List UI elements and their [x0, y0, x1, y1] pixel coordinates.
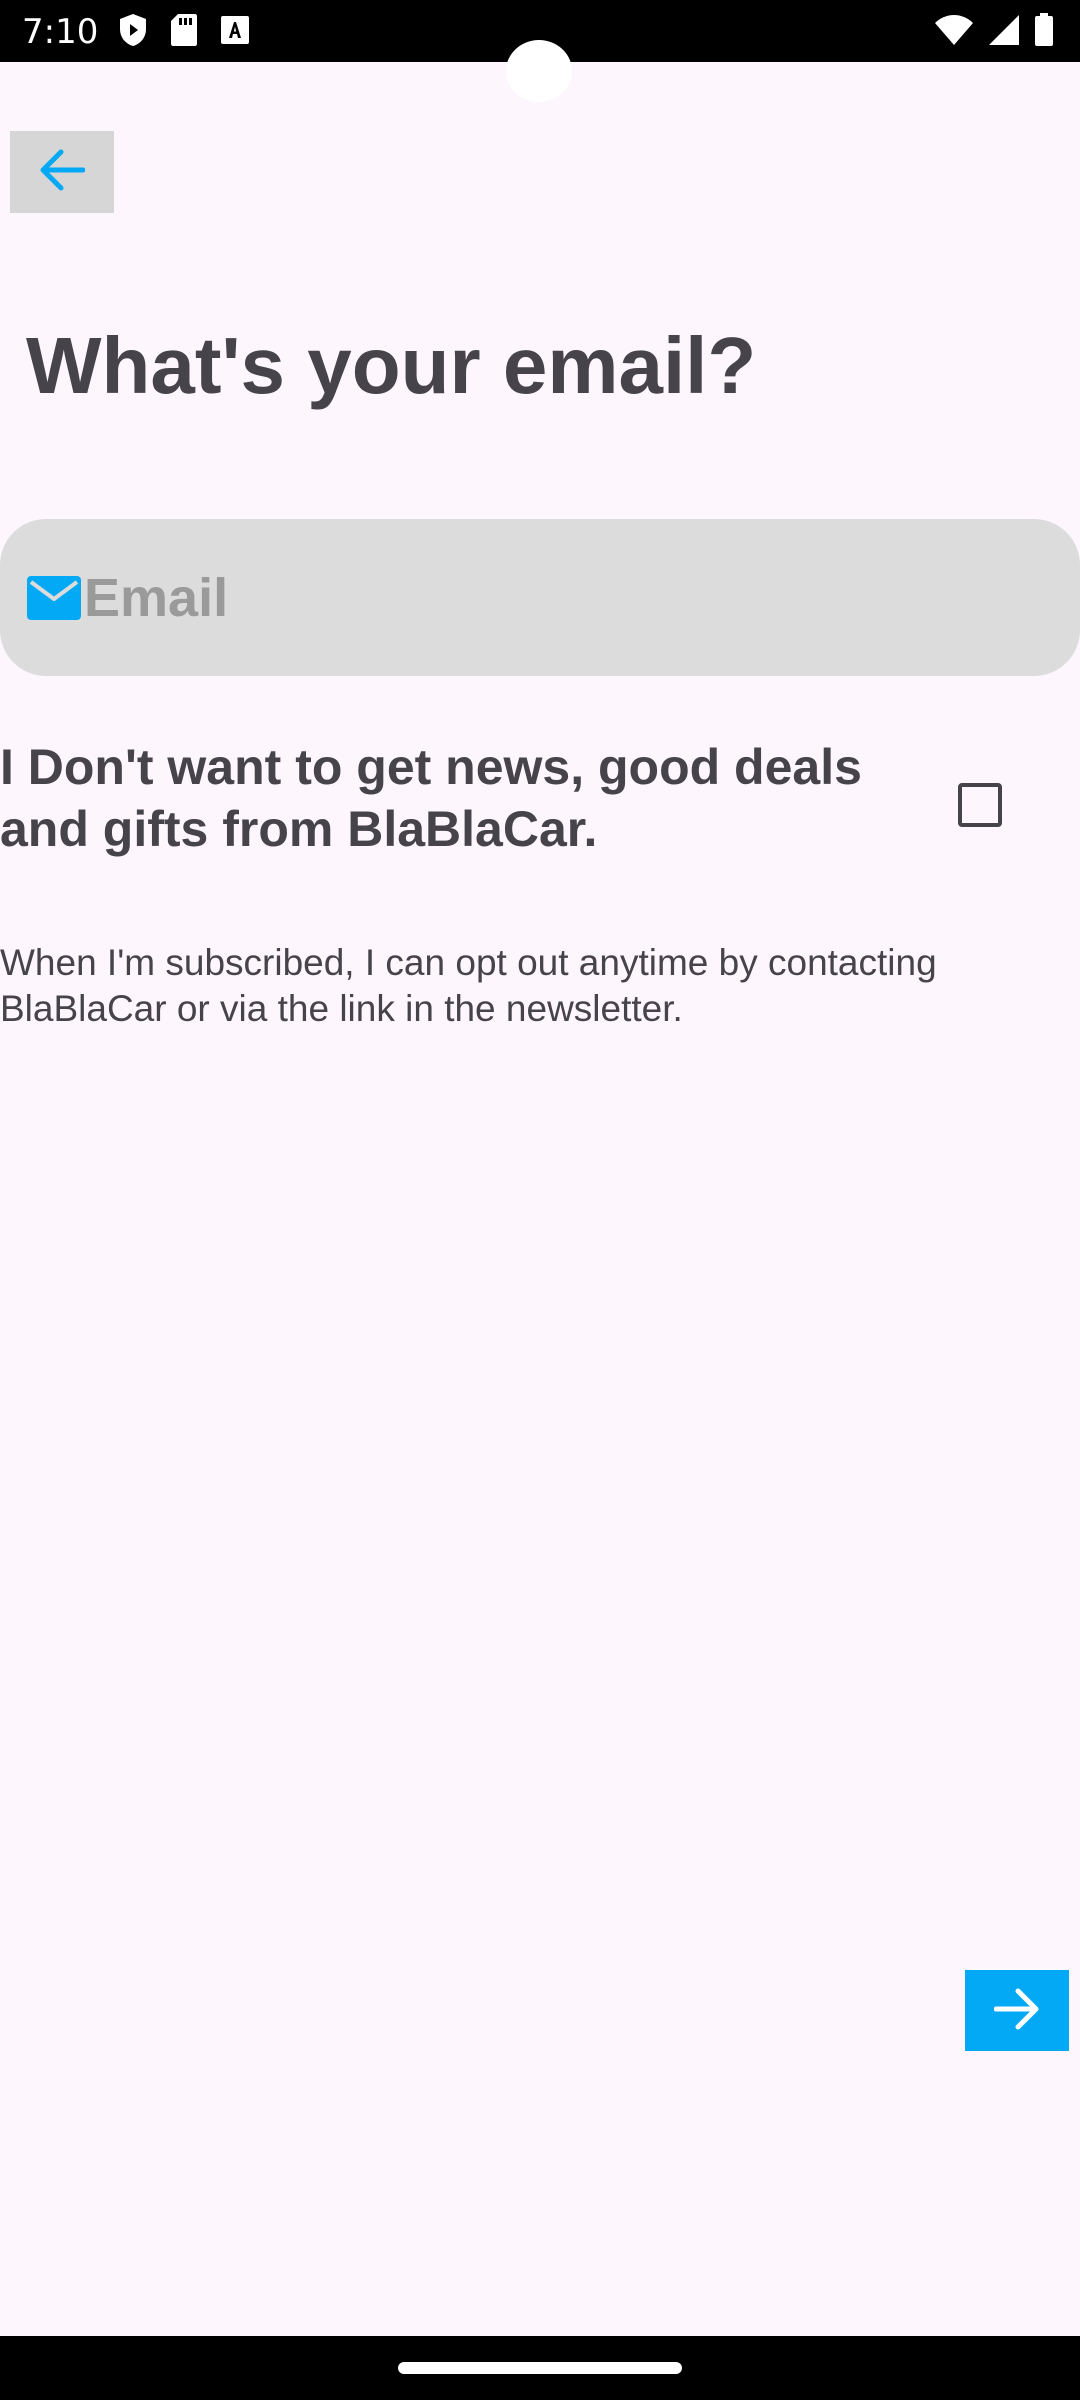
- back-button[interactable]: [10, 131, 114, 213]
- next-button[interactable]: [965, 1970, 1069, 2051]
- battery-icon: [1034, 13, 1054, 51]
- mail-icon: [26, 575, 84, 621]
- page-title: What's your email?: [26, 321, 757, 410]
- optout-label: I Don't want to get news, good deals and…: [0, 739, 862, 857]
- email-field[interactable]: [0, 519, 1080, 676]
- sd-card-icon: [170, 13, 198, 51]
- arrow-left-icon: [39, 149, 86, 195]
- subscribe-note: When I'm subscribed, I can opt out anyti…: [0, 942, 937, 1029]
- status-left-icons: [118, 14, 250, 50]
- status-time: 7:10: [22, 12, 99, 52]
- status-right-icons: [934, 13, 1054, 51]
- optout-checkbox[interactable]: [958, 783, 1002, 827]
- camera-cutout: [506, 40, 572, 102]
- signal-icon: [988, 14, 1020, 50]
- email-input[interactable]: [84, 562, 984, 633]
- arrow-right-icon: [993, 1988, 1040, 2034]
- home-indicator[interactable]: [398, 2362, 682, 2374]
- wifi-icon: [934, 14, 974, 50]
- shield-icon: [118, 13, 148, 51]
- font-download-icon: [220, 15, 250, 49]
